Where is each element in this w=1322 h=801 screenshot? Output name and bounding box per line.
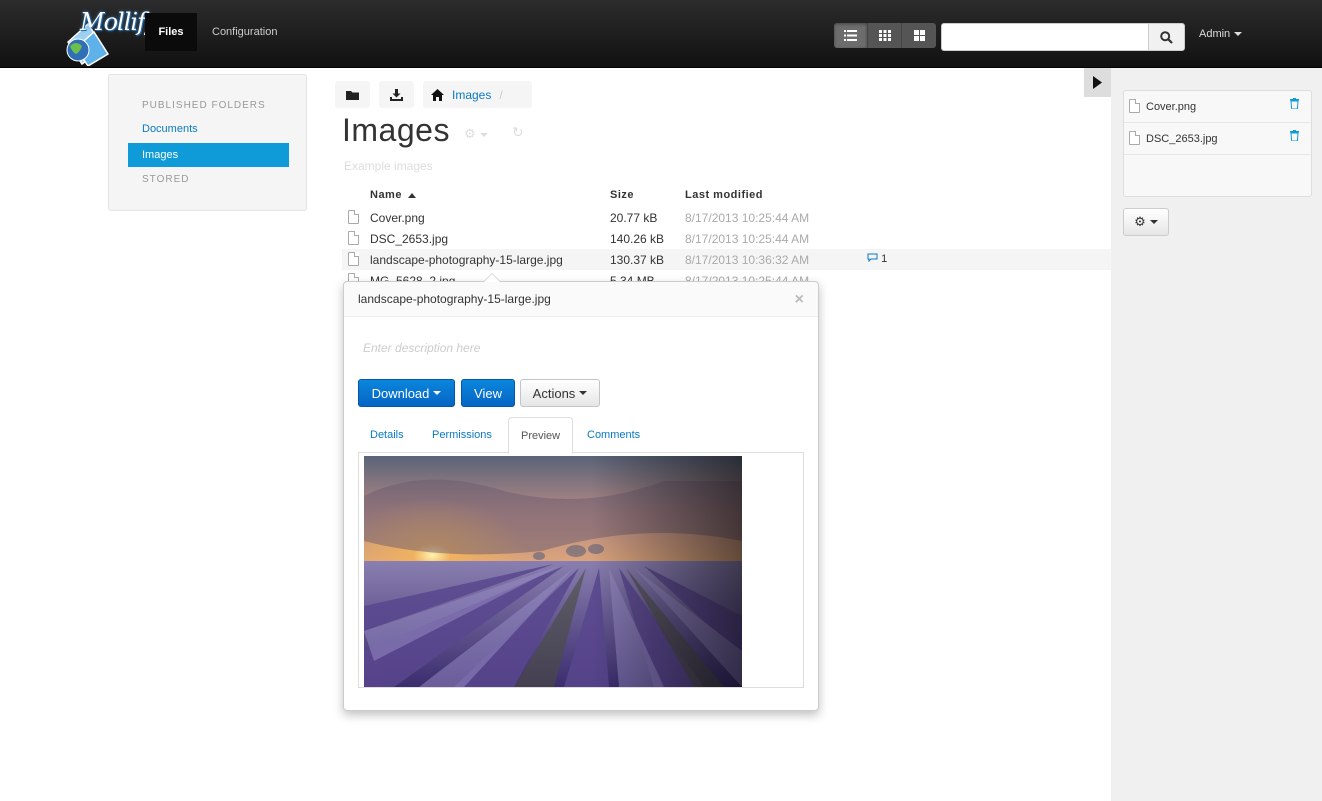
tab-comments[interactable]: Comments — [575, 417, 652, 453]
search-icon — [1160, 30, 1173, 44]
file-details-popup: landscape-photography-15-large.jpg × Ent… — [343, 273, 819, 711]
breadcrumb: Images / — [423, 81, 532, 108]
view-button[interactable]: View — [461, 379, 515, 407]
selected-files-list: Cover.png DSC_2653.jpg — [1123, 90, 1312, 197]
table-row[interactable]: DSC_2653.jpg 140.26 kB 8/17/2013 10:25:4… — [342, 228, 1111, 249]
column-header-name[interactable]: Name — [370, 189, 416, 201]
folder-icon — [346, 90, 359, 100]
download-tray-icon — [390, 88, 403, 101]
chevron-down-icon — [1149, 220, 1158, 224]
breadcrumb-separator: / — [499, 87, 503, 102]
folders-sidebar: PUBLISHED FOLDERS Documents Images STORE… — [108, 74, 307, 211]
popup-tabs: Details Permissions Preview Comments — [358, 417, 804, 454]
selected-file-name: Cover.png — [1146, 101, 1197, 113]
tab-permissions[interactable]: Permissions — [420, 417, 504, 453]
user-menu[interactable]: Admin — [1199, 28, 1243, 40]
folder-actions-menu[interactable]: ⚙ — [464, 126, 488, 142]
tab-details[interactable]: Details — [358, 417, 416, 453]
search-input[interactable] — [941, 23, 1149, 51]
folder-button[interactable] — [335, 81, 370, 108]
view-mode-group — [834, 23, 936, 48]
file-size: 130.37 kB — [610, 253, 665, 267]
trash-icon[interactable] — [1290, 98, 1299, 109]
table-row[interactable]: landscape-photography-15-large.jpg 130.3… — [342, 249, 1111, 270]
preview-panel — [358, 452, 804, 688]
user-name: Admin — [1199, 28, 1231, 40]
nav-files[interactable]: Files — [145, 13, 197, 51]
play-right-icon — [1093, 76, 1102, 89]
gear-icon: ⚙ — [1134, 214, 1146, 229]
home-icon[interactable] — [431, 88, 444, 101]
actions-button[interactable]: Actions — [520, 379, 600, 407]
sidebar-item-images[interactable]: Images — [128, 143, 289, 167]
file-name[interactable]: DSC_2653.jpg — [370, 232, 448, 246]
folder-description: Example images — [344, 159, 433, 173]
file-icon — [348, 210, 359, 224]
file-icon — [1129, 99, 1140, 113]
tab-preview[interactable]: Preview — [508, 417, 574, 454]
list-icon — [844, 30, 857, 41]
preview-image[interactable] — [364, 456, 742, 687]
view-small-grid-button[interactable] — [868, 23, 902, 48]
page-title: Images — [342, 112, 450, 148]
selection-actions-button[interactable]: ⚙ — [1123, 208, 1169, 236]
stored-header: STORED — [142, 174, 190, 185]
file-modified: 8/17/2013 10:25:44 AM — [685, 211, 810, 225]
column-header-modified[interactable]: Last modified — [685, 189, 763, 201]
sidebar-item-documents[interactable]: Documents — [142, 123, 198, 135]
chevron-down-icon — [479, 132, 488, 137]
table-row[interactable]: Cover.png 20.77 kB 8/17/2013 10:25:44 AM — [342, 207, 1111, 228]
search-button[interactable] — [1148, 23, 1185, 51]
list-item[interactable]: DSC_2653.jpg — [1124, 123, 1311, 155]
download-button[interactable]: Download — [358, 379, 455, 407]
file-name[interactable]: landscape-photography-15-large.jpg — [370, 253, 563, 267]
trash-icon[interactable] — [1290, 130, 1299, 141]
close-icon[interactable]: × — [795, 291, 804, 309]
chevron-down-icon — [579, 391, 588, 395]
file-size: 140.26 kB — [610, 232, 665, 246]
file-icon — [1129, 131, 1140, 145]
top-bar: Mollify Files Configuration Admin — [0, 0, 1322, 68]
column-header-size[interactable]: Size — [610, 189, 634, 201]
gear-icon: ⚙ — [464, 126, 476, 141]
popup-header: landscape-photography-15-large.jpg × — [344, 282, 818, 317]
file-modified: 8/17/2013 10:25:44 AM — [685, 232, 810, 246]
published-folders-header: PUBLISHED FOLDERS — [142, 100, 266, 111]
view-large-grid-button[interactable] — [902, 23, 936, 48]
chevron-down-icon — [1234, 32, 1243, 37]
file-icon — [348, 231, 359, 245]
small-grid-icon — [878, 30, 891, 41]
upload-button[interactable] — [379, 81, 414, 108]
file-name[interactable]: Cover.png — [370, 211, 425, 225]
popup-arrow — [483, 273, 501, 282]
sort-asc-icon — [407, 192, 416, 198]
list-item[interactable]: Cover.png — [1124, 91, 1311, 123]
file-size: 20.77 kB — [610, 211, 658, 225]
toggle-sidebar-button[interactable] — [1084, 68, 1111, 97]
comments-count[interactable]: 1 — [867, 253, 887, 265]
selection-sidebar: Cover.png DSC_2653.jpg ⚙ — [1111, 68, 1322, 801]
description-field[interactable]: Enter description here — [363, 341, 480, 355]
breadcrumb-item-images[interactable]: Images — [452, 88, 491, 102]
comment-icon — [867, 253, 878, 263]
file-modified: 8/17/2013 10:36:32 AM — [685, 253, 810, 267]
nav-configuration[interactable]: Configuration — [212, 13, 277, 51]
view-list-button[interactable] — [834, 23, 868, 48]
selected-file-name: DSC_2653.jpg — [1146, 133, 1218, 145]
large-grid-icon — [913, 30, 925, 41]
popup-title: landscape-photography-15-large.jpg — [358, 292, 551, 306]
refresh-icon[interactable]: ↻ — [512, 124, 524, 141]
file-icon — [348, 252, 359, 266]
chevron-down-icon — [433, 391, 442, 395]
